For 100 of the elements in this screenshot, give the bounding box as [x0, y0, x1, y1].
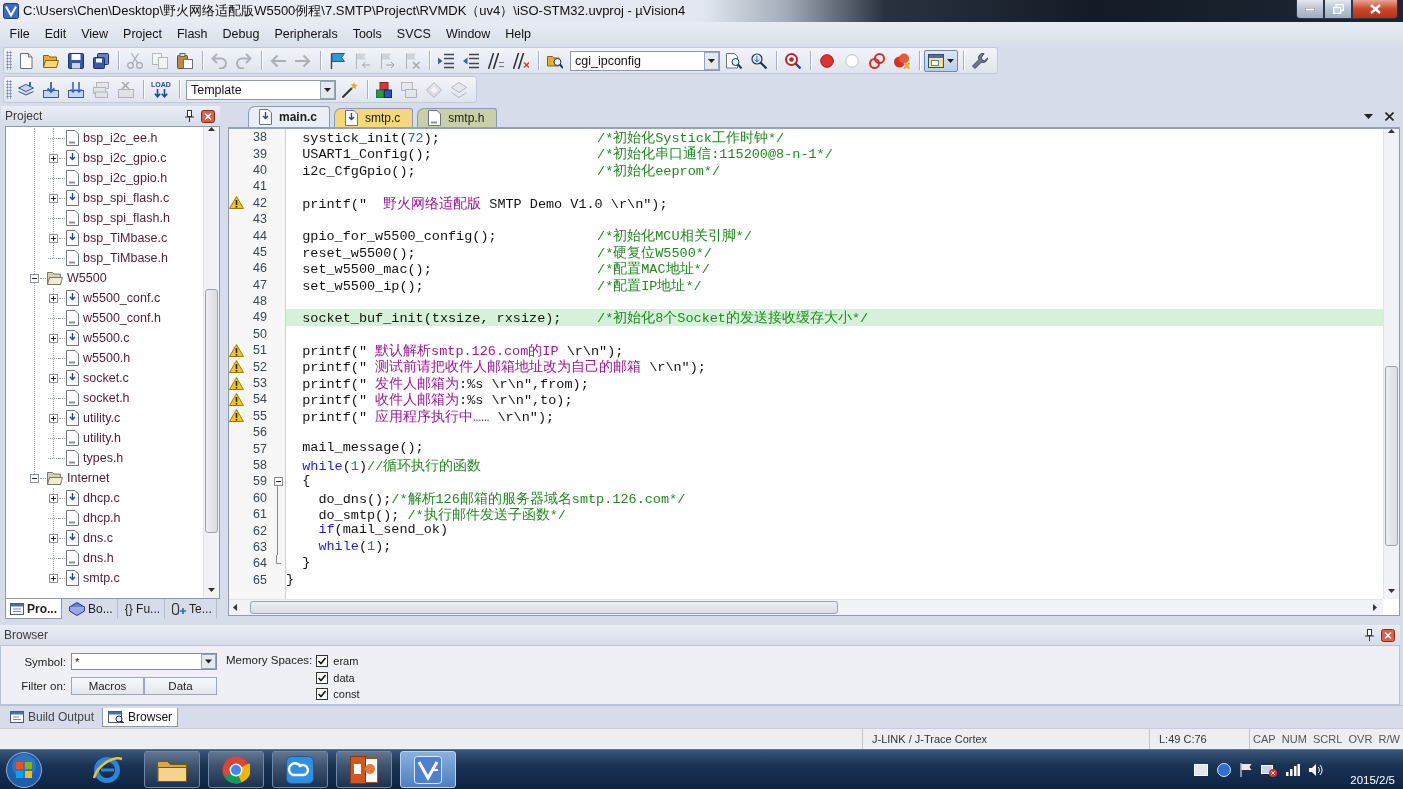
editor-tab[interactable]: main.c [248, 106, 330, 127]
start-orb-icon[interactable] [6, 751, 42, 788]
scrollbar-thumb[interactable] [205, 289, 218, 533]
filter-button[interactable]: Data [144, 676, 217, 695]
folder-name[interactable]: Internet [67, 471, 110, 485]
disc-icon[interactable] [1217, 762, 1232, 777]
signal-bars-icon[interactable] [1286, 763, 1301, 776]
taskbar-button[interactable] [208, 751, 264, 788]
file-name[interactable]: bsp_TiMbase.c [83, 231, 168, 245]
expand-toggle[interactable] [49, 533, 58, 543]
taskbar-button[interactable] [336, 751, 392, 788]
menu-item[interactable]: Flash [169, 24, 216, 44]
editor-tab[interactable]: smtp.c [334, 108, 414, 127]
panel-tab[interactable]: Build Output [4, 708, 101, 727]
checkbox-label[interactable]: eram [333, 655, 359, 668]
symbol-field[interactable]: * [71, 653, 217, 670]
menu-item[interactable]: Help [497, 24, 539, 44]
monitor-cross-icon[interactable] [1261, 762, 1278, 777]
file-name[interactable]: bsp_spi_flash.h [83, 211, 170, 225]
menu-item[interactable]: Project [115, 24, 170, 44]
filter-button[interactable]: Macros [71, 676, 144, 695]
toolbar-grip[interactable] [6, 51, 12, 70]
file-name[interactable]: dns.h [83, 551, 114, 565]
expand-toggle[interactable] [49, 233, 58, 243]
file-name[interactable]: w5500_conf.c [83, 291, 161, 305]
menu-item[interactable]: Peripherals [266, 24, 346, 44]
minimize-button[interactable] [1296, 0, 1324, 19]
file-name[interactable]: utility.h [83, 431, 121, 445]
panel-tab[interactable]: Browser [102, 708, 179, 727]
horizontal-scrollbar[interactable] [229, 599, 1383, 615]
vertical-scrollbar[interactable] [203, 127, 219, 598]
file-name[interactable]: socket.c [83, 371, 129, 385]
menu-item[interactable]: File [2, 24, 38, 44]
expand-toggle[interactable] [49, 573, 58, 583]
collapse-toggle[interactable] [30, 273, 39, 283]
restore-button[interactable] [1324, 0, 1352, 19]
right-arrow-icon[interactable] [1373, 604, 1377, 611]
vertical-scrollbar[interactable] [1383, 129, 1399, 599]
up-arrow-icon[interactable] [1388, 129, 1395, 133]
taskbar-button[interactable] [144, 751, 200, 788]
menu-item[interactable]: Edit [37, 24, 74, 44]
panel-tab[interactable]: {} Fu... [119, 599, 166, 619]
panel-tab[interactable]: Bo... [64, 599, 118, 619]
scrollbar-thumb[interactable] [250, 601, 838, 614]
window-dropdown-button[interactable] [924, 49, 958, 72]
scrollbar-thumb[interactable] [1385, 366, 1398, 546]
menu-item[interactable]: Debug [215, 24, 267, 44]
taskbar-button[interactable] [272, 751, 328, 788]
up-arrow-icon[interactable] [208, 127, 215, 131]
expand-toggle[interactable] [49, 193, 58, 203]
menu-item[interactable]: Tools [345, 24, 390, 44]
square-icon[interactable] [1194, 763, 1209, 776]
file-name[interactable]: bsp_spi_flash.c [83, 191, 170, 205]
file-name[interactable]: bsp_TiMbase.h [83, 251, 168, 265]
menu-item[interactable]: View [73, 24, 116, 44]
file-name[interactable]: types.h [83, 451, 124, 465]
file-name[interactable]: w5500.c [83, 331, 130, 345]
expand-toggle[interactable] [49, 373, 58, 383]
close-icon[interactable] [1381, 628, 1395, 642]
checkbox-label[interactable]: const [333, 688, 360, 701]
panel-tab[interactable]: Te... [167, 599, 217, 619]
collapse-toggle[interactable] [273, 476, 283, 486]
collapse-toggle[interactable] [30, 473, 39, 483]
caret-down-icon[interactable] [1364, 114, 1373, 119]
toolbar-grip[interactable] [6, 80, 12, 99]
file-name[interactable]: smtp.c [83, 571, 120, 585]
checkbox-label[interactable]: data [333, 671, 355, 684]
expand-toggle[interactable] [49, 153, 58, 163]
file-name[interactable]: utility.c [83, 411, 121, 425]
checkbox[interactable] [316, 671, 329, 684]
file-name[interactable]: dns.c [83, 531, 113, 545]
speaker-icon[interactable] [1309, 763, 1324, 776]
checkbox[interactable] [316, 688, 329, 701]
close-icon[interactable] [201, 109, 215, 123]
folder-name[interactable]: W5500 [67, 271, 107, 285]
checkbox[interactable] [316, 655, 329, 668]
menu-item[interactable]: Window [438, 24, 498, 44]
left-arrow-icon[interactable] [233, 604, 237, 611]
down-arrow-icon[interactable] [1388, 589, 1395, 593]
file-name[interactable]: bsp_i2c_gpio.h [83, 171, 168, 185]
dropdown-field[interactable]: Template [186, 79, 336, 100]
file-name[interactable]: bsp_i2c_ee.h [83, 131, 158, 145]
expand-toggle[interactable] [49, 413, 58, 423]
pin-icon[interactable] [185, 110, 194, 122]
file-name[interactable]: dhcp.h [83, 511, 121, 525]
file-name[interactable]: w5500_conf.h [83, 311, 161, 325]
close-icon[interactable] [1385, 112, 1394, 121]
dropdown-field[interactable]: cgi_ipconfig [570, 50, 720, 71]
close-button[interactable] [1352, 0, 1398, 19]
flag-icon[interactable] [1240, 762, 1253, 777]
file-name[interactable]: w5500.h [83, 351, 131, 365]
file-name[interactable]: socket.h [83, 391, 130, 405]
file-name[interactable]: bsp_i2c_gpio.c [83, 151, 167, 165]
file-name[interactable]: dhcp.c [83, 491, 120, 505]
panel-tab[interactable]: Pro... [5, 599, 62, 619]
down-arrow-icon[interactable] [208, 588, 215, 592]
expand-toggle[interactable] [49, 493, 58, 503]
menu-item[interactable]: SVCS [389, 24, 439, 44]
expand-toggle[interactable] [49, 333, 58, 343]
pin-icon[interactable] [1365, 629, 1374, 641]
